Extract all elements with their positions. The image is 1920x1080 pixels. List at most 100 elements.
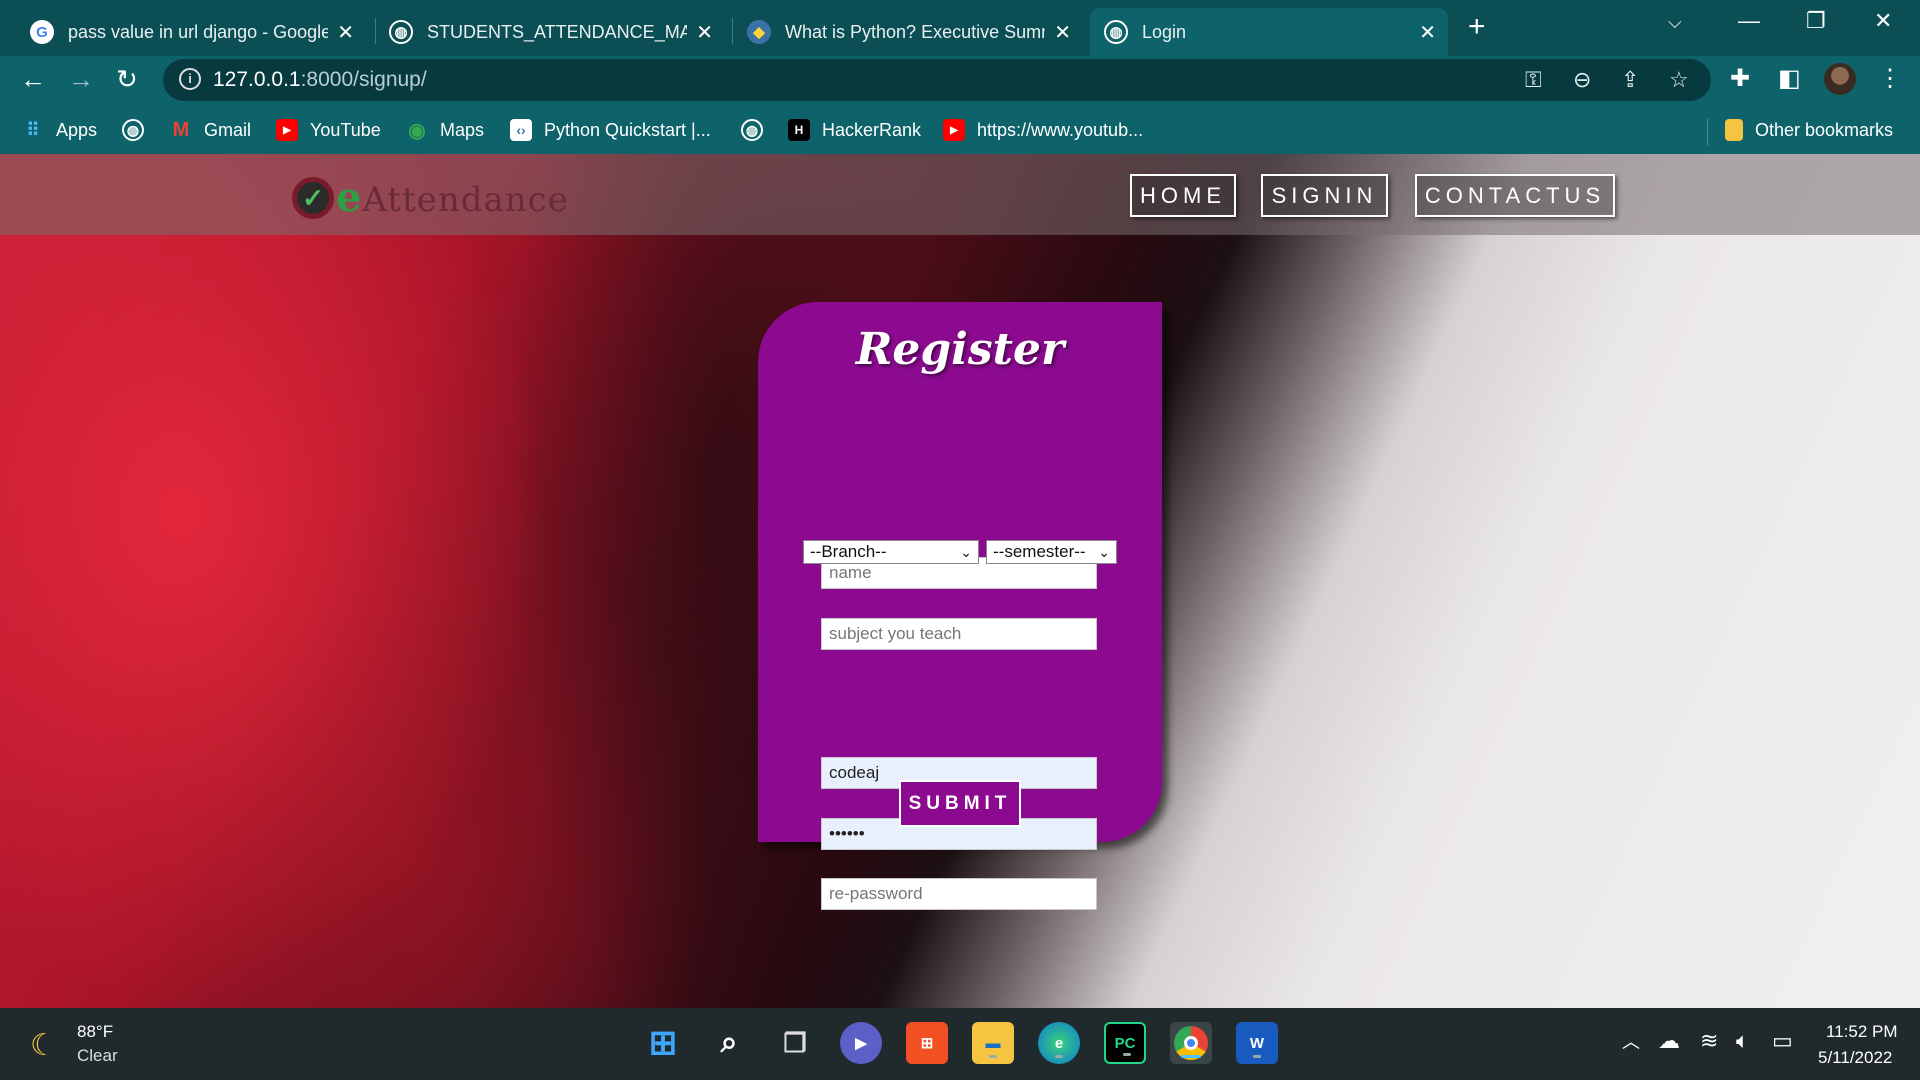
bookmark-youtube[interactable]: ▶ YouTube xyxy=(276,115,381,145)
register-form: Register --Branch-- ⌄ --semester-- ⌄ SUB… xyxy=(758,302,1162,910)
word-icon[interactable]: W xyxy=(1236,1022,1278,1064)
file-explorer-icon[interactable]: ▬ xyxy=(972,1022,1014,1064)
restore-icon[interactable]: ❐ xyxy=(1806,8,1826,34)
close-icon[interactable]: ✕ xyxy=(337,20,354,45)
task-view-icon[interactable]: ❐ xyxy=(774,1022,816,1064)
battery-icon[interactable]: ▭ xyxy=(1772,1028,1793,1054)
tab-students-attendance[interactable]: ◍ STUDENTS_ATTENDANCE_MANA ✕ xyxy=(375,8,725,56)
gmail-icon: M xyxy=(172,118,190,141)
clock-time[interactable]: 11:52 PM xyxy=(1826,1022,1898,1042)
edge-icon[interactable]: e xyxy=(1038,1022,1080,1064)
bookmark-globe[interactable]: ◍ xyxy=(122,115,156,145)
weather-condition[interactable]: Clear xyxy=(77,1046,118,1066)
bookmark-label: YouTube xyxy=(310,119,381,140)
search-icon[interactable]: ⌕ xyxy=(708,1022,750,1064)
zoom-out-icon[interactable]: ⊖ xyxy=(1573,67,1591,93)
wifi-icon[interactable]: ≋ xyxy=(1700,1028,1718,1054)
repassword-input[interactable] xyxy=(821,878,1097,910)
checkmark-logo-icon: ✓ xyxy=(292,176,334,219)
python-icon: ◆ xyxy=(747,20,771,44)
logo-text-rest: Attendance xyxy=(362,180,569,220)
profile-avatar[interactable] xyxy=(1824,63,1856,95)
subject-input[interactable] xyxy=(821,618,1097,650)
globe-icon: ◍ xyxy=(741,119,763,141)
bookmark-label: Python Quickstart |... xyxy=(544,119,711,140)
bookmark-maps[interactable]: ◉ Maps xyxy=(406,115,484,145)
bookmark-label: https://www.youtub... xyxy=(977,119,1144,140)
chevron-down-icon: ⌄ xyxy=(1098,544,1110,560)
logo-text: eAttendance xyxy=(336,174,569,221)
key-icon[interactable]: ⚿ xyxy=(1525,67,1542,93)
semester-select[interactable]: --semester-- ⌄ xyxy=(986,540,1117,564)
tab-title: pass value in url django - Google xyxy=(68,21,328,42)
star-bookmark-icon[interactable]: ☆ xyxy=(1669,67,1689,93)
forward-arrow-icon[interactable]: → xyxy=(68,64,94,95)
tab-search-chevron-icon[interactable]: ⌵ xyxy=(1668,12,1682,33)
close-icon[interactable]: ✕ xyxy=(696,20,713,45)
tab-what-is-python[interactable]: ◆ What is Python? Executive Summ ✕ xyxy=(733,8,1083,56)
bookmark-globe-2[interactable]: ◍ xyxy=(741,115,775,145)
logo-text-e: e xyxy=(336,174,363,221)
tab-title: STUDENTS_ATTENDANCE_MANA xyxy=(427,21,687,42)
close-icon[interactable]: ✕ xyxy=(1419,20,1436,45)
folder-icon xyxy=(1725,119,1743,141)
close-icon[interactable]: ✕ xyxy=(1054,20,1071,45)
globe-icon: ◍ xyxy=(1104,20,1128,44)
page-viewport: ✓ eAttendance HOME SIGNIN CONTACTUS Regi… xyxy=(0,154,1920,1008)
back-arrow-icon[interactable]: ← xyxy=(20,64,46,95)
globe-icon: ◍ xyxy=(389,20,413,44)
tab-strip: G pass value in url django - Google ✕ ◍ … xyxy=(0,0,1920,56)
moon-weather-icon[interactable]: ☾ xyxy=(30,1028,57,1063)
reload-icon[interactable]: ↻ xyxy=(116,64,138,95)
running-indicator xyxy=(1253,1055,1261,1058)
bookmark-python-quickstart[interactable]: ‹› Python Quickstart |... xyxy=(510,115,711,145)
bookmark-youtube-url[interactable]: ▶ https://www.youtub... xyxy=(943,115,1143,145)
url-text: 127.0.0.1:8000/signup/ xyxy=(213,68,427,92)
windows-taskbar: ☾ 88°F Clear ⊞ ⌕ ❐ ▶ ⊞ ▬ e PC W ︿ ☁ ≋ 🔈︎… xyxy=(0,1008,1920,1080)
minimize-icon[interactable]: — xyxy=(1738,8,1760,34)
bookmark-label: Maps xyxy=(440,119,485,140)
share-icon[interactable]: ⇪ xyxy=(1621,67,1639,93)
bookmark-apps[interactable]: ⠿ Apps xyxy=(22,115,97,145)
chat-icon[interactable]: ▶ xyxy=(840,1022,882,1064)
chrome-icon[interactable] xyxy=(1170,1022,1212,1064)
semester-selected-value: --semester-- xyxy=(993,542,1086,561)
chevron-down-icon: ⌄ xyxy=(960,544,972,560)
weather-temperature[interactable]: 88°F xyxy=(77,1022,113,1042)
side-panel-icon[interactable]: ◧ xyxy=(1778,64,1801,93)
address-bar[interactable]: i 127.0.0.1:8000/signup/ ⚿ ⊖ ⇪ ☆ xyxy=(163,59,1711,101)
close-window-icon[interactable]: ✕ xyxy=(1874,8,1892,34)
tab-login[interactable]: ◍ Login ✕ xyxy=(1090,8,1448,56)
windows-start-icon[interactable]: ⊞ xyxy=(642,1022,684,1064)
chevron-up-icon[interactable]: ︿ xyxy=(1622,1028,1640,1054)
running-indicator xyxy=(1123,1053,1131,1056)
menu-kebab-icon[interactable]: ⋮ xyxy=(1878,64,1902,93)
pycharm-icon[interactable]: PC xyxy=(1104,1022,1146,1064)
bookmark-hackerrank[interactable]: H HackerRank xyxy=(788,115,921,145)
clock-date[interactable]: 5/11/2022 xyxy=(1818,1048,1892,1068)
nav-contactus-button[interactable]: CONTACTUS xyxy=(1415,174,1615,217)
nav-home-button[interactable]: HOME xyxy=(1130,174,1236,217)
extensions-puzzle-icon[interactable]: ✚ xyxy=(1730,64,1750,93)
microsoft-store-icon[interactable]: ⊞ xyxy=(906,1022,948,1064)
other-bookmarks[interactable]: Other bookmarks xyxy=(1725,115,1893,145)
youtube-icon: ▶ xyxy=(276,119,298,141)
tab-google-search[interactable]: G pass value in url django - Google ✕ xyxy=(16,8,366,56)
eattendance-logo[interactable]: ✓ eAttendance xyxy=(292,174,569,221)
tab-title: Login xyxy=(1142,21,1187,42)
bookmark-label: Gmail xyxy=(204,119,252,140)
active-indicator xyxy=(1181,1055,1201,1058)
submit-button[interactable]: SUBMIT xyxy=(899,780,1021,827)
site-header: ✓ eAttendance HOME SIGNIN CONTACTUS xyxy=(0,154,1920,235)
bookmark-label: Apps xyxy=(56,119,98,140)
volume-icon[interactable]: 🔈︎ xyxy=(1736,1028,1749,1054)
apps-grid-icon: ⠿ xyxy=(26,119,40,140)
other-bookmarks-label: Other bookmarks xyxy=(1755,119,1894,140)
site-info-icon[interactable]: i xyxy=(179,68,201,90)
bookmark-gmail[interactable]: M Gmail xyxy=(170,115,251,145)
branch-select[interactable]: --Branch-- ⌄ xyxy=(803,540,979,564)
onedrive-cloud-icon[interactable]: ☁ xyxy=(1658,1028,1680,1054)
nav-signin-button[interactable]: SIGNIN xyxy=(1261,174,1388,217)
running-indicator xyxy=(989,1055,997,1058)
new-tab-plus-icon[interactable]: + xyxy=(1468,10,1486,44)
